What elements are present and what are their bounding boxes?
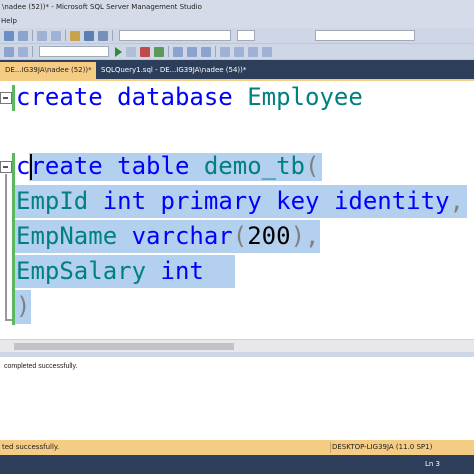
code-line-4: EmpId int primary key identity,: [16, 187, 464, 215]
results-file-icon[interactable]: [201, 46, 211, 57]
comma: ,: [305, 222, 320, 250]
parse-icon[interactable]: [154, 46, 164, 57]
cancel-query-icon[interactable]: [140, 46, 150, 57]
fold-guide-end: [5, 319, 12, 321]
horizontal-scrollbar[interactable]: [0, 339, 474, 352]
title-bar: \nadee (52))* - Microsoft SQL Server Man…: [0, 0, 474, 15]
new-query-icon[interactable]: [4, 30, 14, 41]
quick-launch-input[interactable]: [315, 30, 415, 41]
save-icon[interactable]: [84, 30, 94, 41]
open-paren: (: [305, 152, 320, 180]
save-all-icon[interactable]: [98, 30, 108, 41]
identifier: Employee: [247, 83, 363, 111]
text-caret: [30, 154, 32, 180]
message-text: completed successfully.: [4, 363, 78, 370]
scrollbar-thumb[interactable]: [14, 343, 234, 350]
uncomment-icon[interactable]: [234, 46, 244, 57]
toolbar-separator: [32, 46, 33, 57]
code-line-6: EmpSalary int: [16, 257, 204, 285]
code-line-5: EmpName varchar(200),: [16, 222, 319, 250]
results-text-icon[interactable]: [187, 46, 197, 57]
open-file-icon[interactable]: [70, 30, 80, 41]
identifier: EmpSalary: [16, 257, 147, 285]
line-number: Ln 3: [425, 460, 441, 468]
outdent-icon[interactable]: [262, 46, 272, 57]
messages-pane: completed successfully.: [0, 357, 474, 440]
code-line-1: create database Employee: [16, 83, 363, 111]
undo-icon[interactable]: [37, 30, 47, 41]
standard-toolbar: [0, 28, 474, 44]
tab-sqlquery1[interactable]: SQLQuery1.sql - DE...IG39JA\nadee (54))*: [96, 62, 251, 79]
keyword: key: [276, 187, 320, 215]
close-paren: ): [290, 222, 306, 250]
menu-bar: Help: [0, 15, 474, 28]
results-grid-icon[interactable]: [173, 46, 183, 57]
collapse-icon[interactable]: [0, 161, 12, 173]
tab-active-query[interactable]: DE...IG39JA\nadee (52))*: [0, 62, 96, 79]
keyword: identity: [333, 187, 450, 215]
find-icon[interactable]: [237, 30, 255, 41]
menu-help[interactable]: Help: [1, 17, 17, 25]
keyword: create: [16, 83, 103, 111]
connect-icon[interactable]: [4, 46, 14, 57]
change-marker: [12, 85, 15, 111]
keyword: table: [117, 152, 190, 180]
disconnect-icon[interactable]: [18, 46, 28, 57]
code-line-7: ): [16, 292, 30, 320]
comment-icon[interactable]: [220, 46, 230, 57]
keyword: int: [102, 187, 147, 215]
keyword: int: [160, 257, 204, 285]
close-paren: ): [16, 292, 31, 320]
code-line-3: create table demo_tb(: [16, 152, 319, 180]
keyword: create: [16, 152, 103, 180]
debug-icon[interactable]: [126, 46, 136, 57]
sql-editor-toolbar: [0, 44, 474, 60]
server-name: DESKTOP-LIG39JA (11.0 SP1): [332, 443, 433, 451]
ide-status-bar: Ln 3: [0, 455, 474, 474]
database-select[interactable]: [39, 46, 109, 57]
identifier: demo_tb: [203, 152, 306, 180]
database-icon[interactable]: [18, 30, 28, 41]
ssms-window: \nadee (52))* - Microsoft SQL Server Man…: [0, 0, 474, 474]
open-paren: (: [232, 222, 248, 250]
redo-icon[interactable]: [51, 30, 61, 41]
toolbar-separator: [32, 30, 33, 41]
document-tabs: DE...IG39JA\nadee (52))* SQLQuery1.sql -…: [0, 60, 474, 79]
execute-icon[interactable]: [115, 46, 122, 57]
indent-icon[interactable]: [248, 46, 258, 57]
identifier: EmpId: [16, 187, 89, 215]
status-separator: [330, 442, 331, 453]
identifier: EmpName: [16, 222, 118, 250]
query-status-bar: ted successfully. DESKTOP-LIG39JA (11.0 …: [0, 440, 474, 455]
number-literal: 200: [247, 222, 291, 250]
keyword: primary: [160, 187, 262, 215]
comma: ,: [449, 187, 464, 215]
toolbar-separator: [112, 30, 113, 41]
fold-guide: [5, 174, 7, 320]
collapse-icon[interactable]: [0, 92, 12, 104]
query-status-text: ted successfully.: [2, 443, 60, 451]
change-marker: [12, 153, 15, 325]
keyword: varchar: [131, 222, 233, 250]
toolbar-separator: [168, 46, 169, 57]
query-editor[interactable]: create database Employee create table de…: [0, 81, 474, 339]
keyword: database: [117, 83, 233, 111]
search-combo[interactable]: [119, 30, 231, 41]
toolbar-separator: [65, 30, 66, 41]
toolbar-separator: [215, 46, 216, 57]
